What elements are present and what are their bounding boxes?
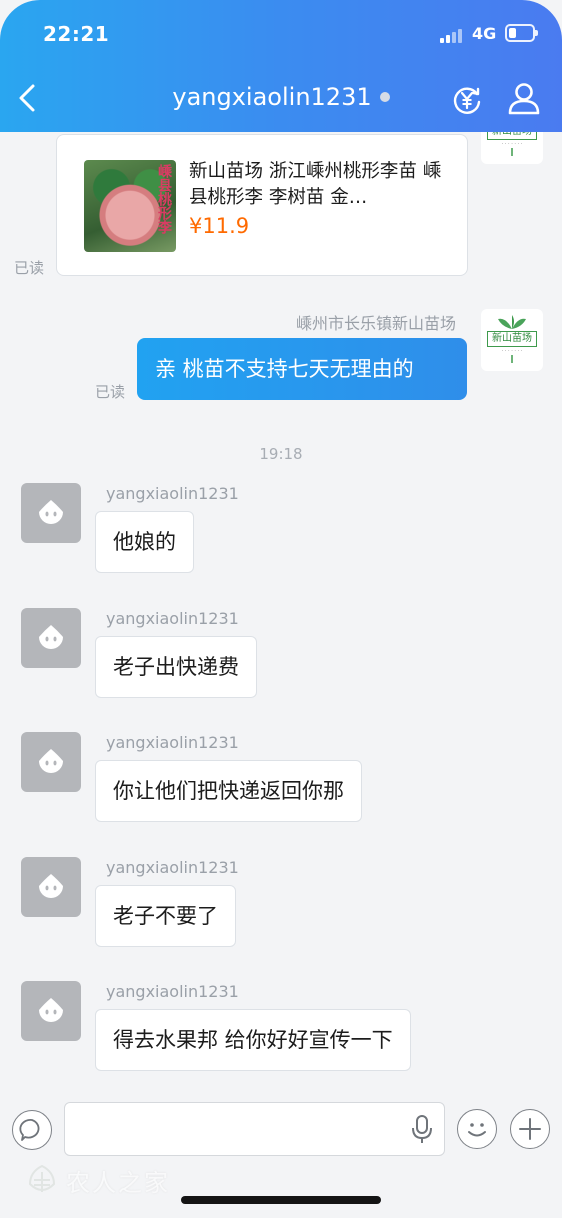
network-label: 4G: [472, 24, 497, 43]
home-indicator[interactable]: [181, 1196, 381, 1204]
message-bubble[interactable]: 老子不要了: [95, 885, 236, 947]
user-avatar[interactable]: [21, 981, 81, 1041]
message-bubble[interactable]: 老子出快递费: [95, 636, 257, 698]
product-image-label: 嵊县桃形李: [156, 164, 172, 234]
voice-button[interactable]: [409, 1114, 435, 1144]
watermark-text: 农人之家: [66, 1168, 170, 1197]
message-bubble[interactable]: 你让他们把快递返回你那: [95, 760, 362, 822]
read-status: 已读: [95, 383, 126, 401]
sender-name: yangxiaolin1231: [106, 609, 239, 628]
chat-title-text: yangxiaolin1231: [172, 83, 372, 111]
message-timestamp: 19:18: [259, 445, 303, 463]
message-row: yangxiaolin1231 你让他们把快递返回你那: [0, 732, 562, 832]
person-icon: [508, 83, 540, 115]
profile-button[interactable]: [506, 80, 542, 116]
default-avatar-icon: [39, 625, 63, 649]
message-row: yangxiaolin1231 得去水果邦 给你好好宣传一下: [0, 981, 562, 1081]
stem-icon: [511, 148, 513, 156]
user-avatar[interactable]: [21, 483, 81, 543]
input-bar: 农人之家: [0, 1098, 562, 1218]
online-status-dot: [379, 92, 390, 102]
user-avatar[interactable]: [21, 857, 81, 917]
speech-bubble-icon: [18, 1118, 39, 1141]
sender-name: yangxiaolin1231: [106, 858, 239, 877]
stem-icon: [511, 355, 513, 363]
shop-logo-text: 新山苗场: [487, 331, 537, 347]
shop-name: 嵊州市长乐镇新山苗场: [295, 314, 456, 333]
payment-button[interactable]: [451, 84, 483, 116]
microphone-icon: [412, 1115, 432, 1143]
header-bar: 22:21 4G yangxiaolin1231: [0, 0, 562, 132]
message-row: yangxiaolin1231 老子不要了: [0, 857, 562, 957]
product-price: ¥11.9: [189, 214, 250, 238]
plus-icon: [518, 1117, 541, 1140]
watermark-logo-icon: [28, 1164, 56, 1192]
sender-name: yangxiaolin1231: [106, 733, 239, 752]
smiley-icon: [467, 1122, 486, 1136]
shop-avatar[interactable]: 新山苗场 · · · · · · ·: [481, 132, 543, 164]
quick-reply-button[interactable]: [12, 1110, 52, 1150]
shop-avatar[interactable]: 新山苗场 · · · · · · ·: [481, 309, 543, 371]
yuan-refresh-icon: [453, 87, 481, 114]
default-avatar-icon: [39, 998, 63, 1022]
product-card[interactable]: 嵊县桃形李 新山苗场 浙江嵊州桃形李苗 嵊县桃形李 李树苗 金… ¥11.9: [56, 134, 468, 276]
read-status: 已读: [14, 259, 45, 277]
chat-screen: 22:21 4G yangxiaolin1231 · · · · · · · 嵊…: [0, 0, 562, 1218]
more-actions-button[interactable]: [510, 1109, 550, 1149]
emoji-button[interactable]: [457, 1109, 497, 1149]
sender-name: yangxiaolin1231: [106, 484, 239, 503]
user-avatar[interactable]: [21, 732, 81, 792]
shop-logo-text: 新山苗场: [487, 132, 537, 140]
default-avatar-icon: [39, 500, 63, 524]
product-image[interactable]: 嵊县桃形李: [84, 160, 176, 252]
message-list[interactable]: 新山苗场 · · · · · · · 嵊县桃形李 新山苗场 浙江嵊州桃形李苗 嵊…: [0, 132, 562, 1098]
default-avatar-icon: [39, 749, 63, 773]
user-avatar[interactable]: [21, 608, 81, 668]
leaf-icon: [498, 315, 526, 329]
message-input[interactable]: [64, 1102, 445, 1156]
sender-name: yangxiaolin1231: [106, 982, 239, 1001]
watermark: 农人之家: [24, 1162, 170, 1198]
signal-icon: [440, 27, 466, 43]
message-row: yangxiaolin1231 他娘的: [0, 483, 562, 583]
message-row: yangxiaolin1231 老子出快递费: [0, 608, 562, 708]
message-bubble[interactable]: 得去水果邦 给你好好宣传一下: [95, 1009, 411, 1071]
default-avatar-icon: [39, 874, 63, 898]
shop-message-bubble[interactable]: 亲 桃苗不支持七天无理由的: [137, 338, 467, 400]
battery-icon: [505, 24, 538, 42]
status-time: 22:21: [43, 22, 110, 46]
product-title: 新山苗场 浙江嵊州桃形李苗 嵊县桃形李 李树苗 金…: [189, 161, 442, 208]
message-bubble[interactable]: 他娘的: [95, 511, 194, 573]
